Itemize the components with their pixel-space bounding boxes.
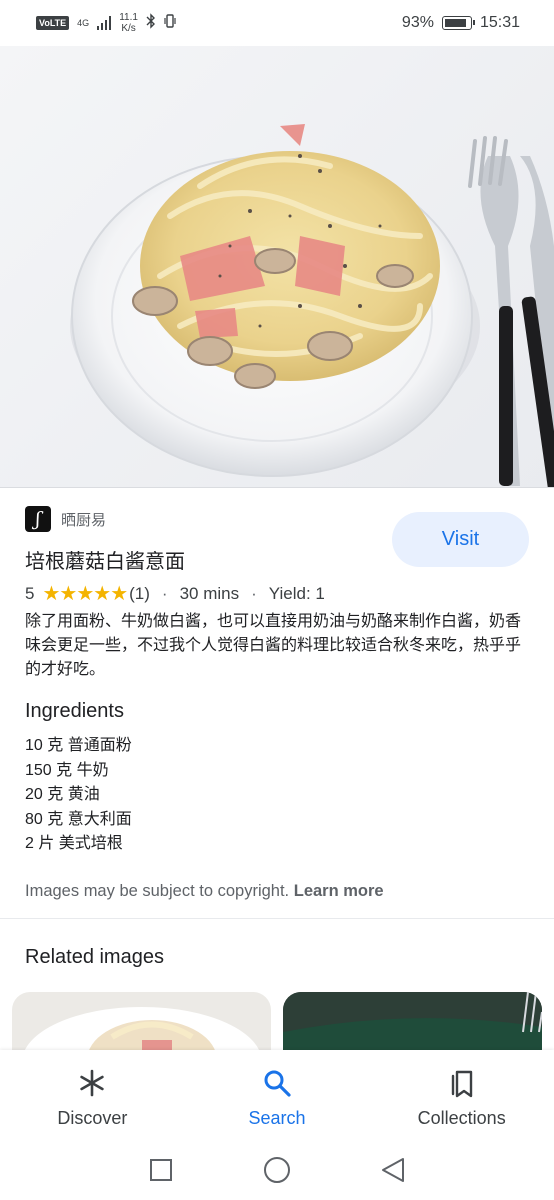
search-icon bbox=[260, 1066, 294, 1100]
recipe-yield: Yield: 1 bbox=[268, 583, 325, 603]
vibrate-icon bbox=[164, 13, 176, 34]
collections-icon bbox=[445, 1066, 479, 1100]
bluetooth-icon bbox=[146, 12, 156, 34]
recents-button[interactable] bbox=[147, 1156, 175, 1184]
separator-dot: · bbox=[251, 583, 257, 603]
rating-value: 5 bbox=[25, 583, 35, 603]
home-button[interactable] bbox=[263, 1156, 291, 1184]
status-right: 93% 15:31 bbox=[402, 14, 520, 32]
ingredients-heading: Ingredients bbox=[25, 700, 124, 722]
nav-collections-label: Collections bbox=[417, 1108, 506, 1128]
recipe-hero-image[interactable] bbox=[0, 46, 554, 488]
ingredient-item: 10 克 普通面粉 bbox=[25, 737, 132, 754]
nav-discover-label: Discover bbox=[57, 1108, 128, 1128]
nav-discover[interactable]: Discover bbox=[0, 1050, 185, 1140]
asterisk-icon bbox=[75, 1066, 109, 1100]
rating-stars: ★★★★★ bbox=[42, 583, 128, 605]
network-speed-unit: K/s bbox=[121, 23, 136, 34]
recipe-title: 培根蘑菇白酱意面 bbox=[25, 551, 185, 573]
battery-percent: 93% bbox=[401, 14, 434, 31]
ingredient-item: 150 克 牛奶 bbox=[25, 761, 109, 779]
related-images-heading: Related images bbox=[25, 946, 164, 968]
network-speed-value: 11.1 bbox=[119, 12, 138, 23]
recipe-description: 除了用面粉、牛奶做白酱，也可以直接用奶油与奶酪来制作白酱，奶香味会更足一些，不过… bbox=[25, 613, 522, 678]
signal-icon bbox=[97, 16, 112, 30]
copyright-notice: Images may be subject to copyright. Lear… bbox=[25, 882, 384, 901]
status-bar: VoLTE 4G 11.1 K/s 93% 15:31 bbox=[0, 0, 554, 46]
network-speed: 11.1 K/s bbox=[119, 12, 138, 34]
copyright-text: Images may be subject to copyright. bbox=[25, 882, 290, 900]
review-count: (1) bbox=[129, 583, 150, 603]
ingredients-list: 10 克 普通面粉 150 克 牛奶 20 克 黄油 80 克 意大利面 2 片… bbox=[25, 734, 132, 857]
ingredient-item: 2 片 美式培根 bbox=[25, 835, 123, 852]
learn-more-link[interactable]: Learn more bbox=[294, 882, 384, 900]
nav-collections[interactable]: Collections bbox=[369, 1050, 554, 1140]
ingredient-item: 80 克 意大利面 bbox=[25, 810, 132, 828]
back-button[interactable] bbox=[379, 1156, 407, 1184]
pasta-plate-illustration bbox=[70, 124, 554, 487]
divider bbox=[0, 918, 554, 919]
status-left: VoLTE 4G 11.1 K/s bbox=[36, 12, 176, 34]
volte-icon: VoLTE bbox=[36, 16, 70, 30]
recipe-source[interactable]: ʃ 晒厨易 bbox=[25, 506, 106, 532]
source-logo: ʃ bbox=[25, 506, 51, 532]
ingredient-item: 20 克 黄油 bbox=[25, 786, 100, 803]
network-type: 4G bbox=[77, 17, 90, 28]
system-navigation bbox=[0, 1140, 554, 1200]
battery-icon bbox=[441, 16, 475, 30]
clock: 15:31 bbox=[479, 14, 520, 31]
cook-time: 30 mins bbox=[179, 583, 240, 603]
recipe-meta: 5 ★★★★★ (1) · 30 mins · Yield: 1 bbox=[25, 581, 325, 606]
nav-search[interactable]: Search bbox=[185, 1050, 370, 1140]
visit-button[interactable]: Visit bbox=[392, 512, 529, 567]
nav-search-label: Search bbox=[248, 1108, 306, 1128]
source-name: 晒厨易 bbox=[61, 511, 107, 529]
bottom-navigation: Discover Search Collections bbox=[0, 1050, 554, 1140]
separator-dot: · bbox=[161, 583, 168, 603]
